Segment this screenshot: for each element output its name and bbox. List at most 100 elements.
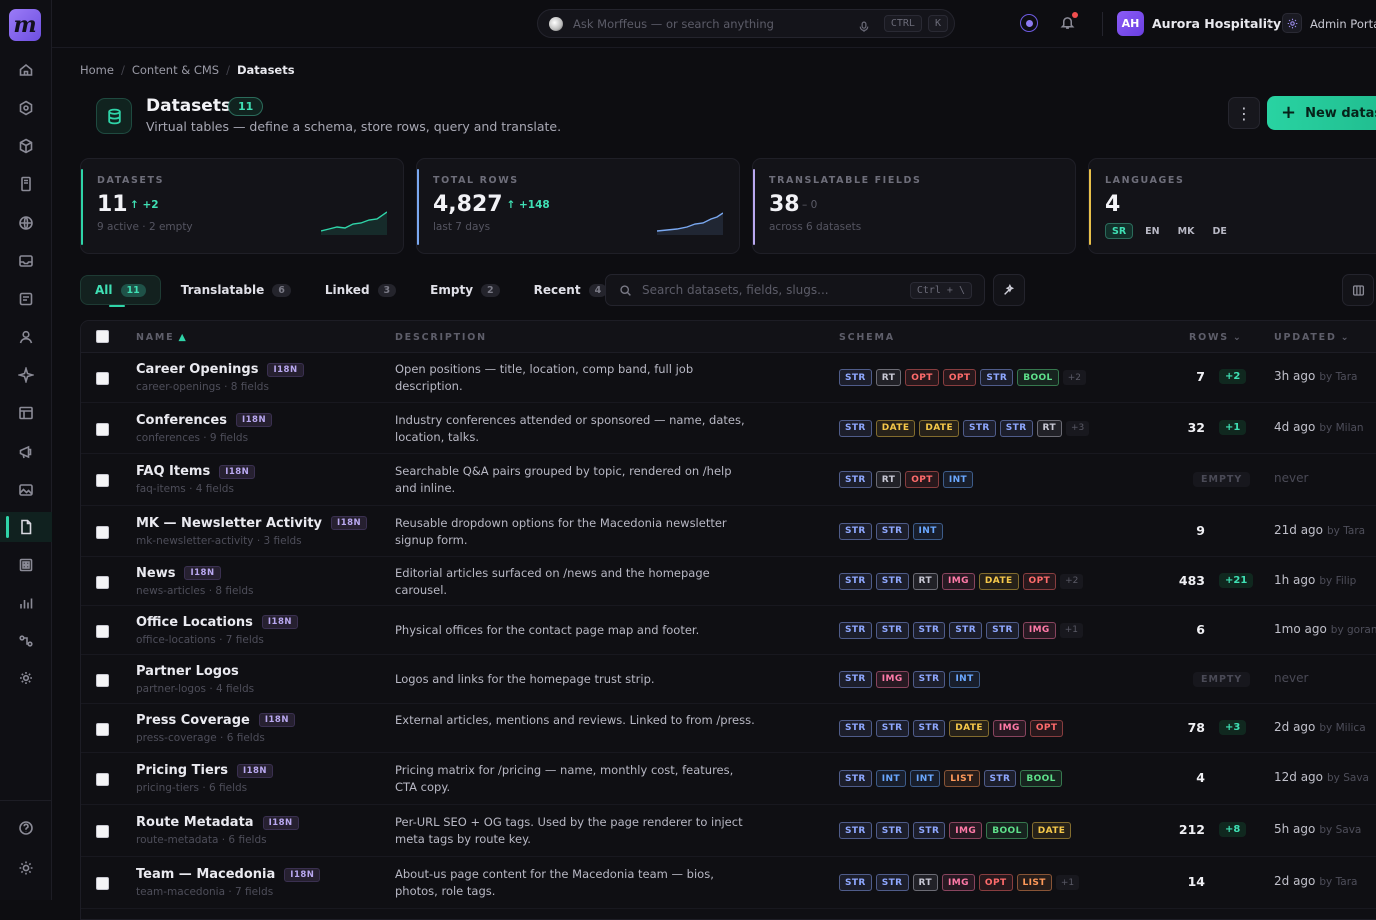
global-search[interactable]: Ask Morffeus — or search anything CTRL K: [537, 9, 955, 38]
sidebar-item-cog[interactable]: [0, 663, 52, 693]
stat-accent-bar: [81, 169, 83, 245]
table-row[interactable]: Career Openings I18N career-openings · 8 f…: [81, 353, 1376, 403]
sidebar-item-help[interactable]: [0, 813, 52, 843]
dataset-name[interactable]: News I18N: [136, 566, 221, 581]
row-checkbox[interactable]: [96, 722, 109, 736]
new-dataset-label: New dataset: [1305, 105, 1376, 121]
filter-tab-empty[interactable]: Empty 2: [416, 275, 513, 305]
kbd-ctrl: CTRL: [883, 15, 922, 32]
sidebar-item-cube[interactable]: [0, 131, 52, 161]
row-checkbox[interactable]: [96, 525, 109, 539]
columns-toggle-button[interactable]: [1342, 274, 1374, 306]
sidebar-item-megaphone[interactable]: [0, 437, 52, 467]
dataset-name[interactable]: Press Coverage I18N: [136, 713, 295, 728]
schema-more-chip[interactable]: +1: [1055, 875, 1080, 890]
schema-more-chip[interactable]: +3: [1066, 420, 1090, 436]
table-row[interactable]: Press Coverage I18N press-coverage · 6 fie…: [81, 704, 1376, 753]
sidebar-item-home[interactable]: [0, 55, 52, 85]
row-checkbox[interactable]: [96, 372, 109, 385]
sidebar-item-table[interactable]: [0, 398, 52, 428]
sparkle-icon: [18, 367, 34, 383]
schema-chip-rt: RT: [912, 572, 938, 590]
sidebar-item-sparkle[interactable]: [0, 360, 52, 390]
notifications-bell-icon[interactable]: [1060, 12, 1078, 34]
breadcrumb: Home / Content & CMS / Datasets: [80, 63, 295, 77]
table-row[interactable]: Pricing Tiers I18N pricing-tiers · 6 field…: [81, 753, 1376, 805]
dataset-name[interactable]: Conferences I18N: [136, 413, 273, 428]
sidebar-item-globe[interactable]: [0, 208, 52, 238]
sidebar-item-document[interactable]: [0, 512, 52, 542]
filter-tab-all[interactable]: All 11: [80, 275, 161, 307]
language-chip-sr[interactable]: SR: [1105, 223, 1134, 239]
filter-tab-translatable[interactable]: Translatable 6: [167, 275, 305, 305]
schema-chip-rt: RT: [875, 369, 902, 386]
table-row[interactable]: Office Locations I18N office-locations · 7…: [81, 606, 1376, 655]
row-checkbox[interactable]: [96, 422, 109, 436]
sidebar-item-sun[interactable]: [0, 853, 52, 883]
schema-chip-img: IMG: [1022, 621, 1056, 639]
sparkline-chart: [321, 211, 387, 235]
sidebar-item-bar-chart[interactable]: [0, 588, 52, 618]
dataset-name[interactable]: Team — Macedonia I18N: [136, 867, 321, 882]
dataset-name[interactable]: MK — Newsletter Activity I18N: [136, 516, 368, 531]
breadcrumb-home[interactable]: Home: [80, 63, 114, 77]
sidebar-item-image[interactable]: [0, 475, 52, 505]
sidebar-item-user[interactable]: [0, 322, 52, 352]
sidebar-item-grid[interactable]: [0, 550, 52, 580]
app-logo[interactable]: m: [9, 9, 41, 41]
table-row[interactable]: News I18N news-articles · 8 fields Editoria…: [81, 557, 1376, 606]
dataset-name[interactable]: Career Openings I18N: [136, 362, 304, 377]
table-row[interactable]: Partner Logos partner-logos · 4 fields Log…: [81, 655, 1376, 704]
language-chip-en[interactable]: EN: [1139, 223, 1165, 239]
column-header-name[interactable]: NAME ▲: [136, 332, 188, 343]
dataset-name[interactable]: Partner Logos: [136, 664, 239, 679]
dataset-name[interactable]: Route Metadata I18N: [136, 815, 299, 830]
row-checkbox[interactable]: [96, 575, 109, 589]
mic-icon[interactable]: [858, 18, 870, 32]
row-checkbox[interactable]: [96, 624, 109, 638]
table-row[interactable]: Route Metadata I18N route-metadata · 6 fie…: [81, 805, 1376, 857]
sidebar-item-inbox[interactable]: [0, 246, 52, 276]
org-name[interactable]: Aurora Hospitality: [1152, 16, 1281, 31]
schema-chips: STR STR RT IMG DATE OPT +2: [839, 572, 1084, 590]
column-header-updated[interactable]: UPDATED ⌄: [1274, 332, 1350, 343]
updated-cell: 1mo ago by goran: [1274, 622, 1376, 636]
row-checkbox[interactable]: [96, 825, 109, 838]
select-all-checkbox[interactable]: [96, 330, 109, 343]
org-avatar[interactable]: AH: [1117, 11, 1144, 36]
portal-gear-icon[interactable]: [1282, 13, 1302, 33]
dataset-name[interactable]: FAQ Items I18N: [136, 464, 256, 479]
column-header-rows[interactable]: ROWS ⌄: [1189, 332, 1243, 343]
row-checkbox[interactable]: [96, 877, 109, 890]
magic-wand-button[interactable]: [993, 274, 1025, 306]
filter-tab-linked[interactable]: Linked 3: [311, 275, 410, 305]
dataset-name[interactable]: Pricing Tiers I18N: [136, 763, 274, 778]
table-row[interactable]: Conferences I18N conferences · 9 fields Ind…: [81, 403, 1376, 454]
breadcrumb-content-cms[interactable]: Content & CMS: [132, 63, 219, 77]
row-checkbox[interactable]: [96, 474, 109, 487]
ai-assistant-icon[interactable]: [1020, 14, 1038, 32]
updated-time: 4d ago: [1274, 419, 1316, 434]
schema-chips: STR RT OPT OPT STR BOOL +2: [839, 369, 1086, 386]
sidebar-item-settings-hex[interactable]: [0, 93, 52, 123]
schema-more-chip[interactable]: +2: [1062, 370, 1086, 385]
table-row[interactable]: FAQ Items I18N faq-items · 4 fields Searcha…: [81, 454, 1376, 506]
table-search-kbd: Ctrl + \: [909, 281, 972, 299]
table-search-input[interactable]: Search datasets, fields, slugs... Ctrl +…: [605, 274, 985, 306]
schema-more-chip[interactable]: +2: [1060, 573, 1084, 589]
sidebar-item-book[interactable]: [0, 169, 52, 199]
row-checkbox[interactable]: [96, 673, 109, 687]
portal-label[interactable]: Admin Portal: [1310, 17, 1376, 31]
sidebar-item-flow[interactable]: [0, 626, 52, 656]
more-options-button[interactable]: ⋮: [1228, 97, 1260, 129]
language-chip-mk[interactable]: MK: [1172, 223, 1201, 239]
row-checkbox[interactable]: [96, 773, 109, 786]
table-row[interactable]: MK — Newsletter Activity I18N mk-newslette…: [81, 506, 1376, 557]
table-row[interactable]: Team — Macedonia I18N team-macedonia · 7 f…: [81, 857, 1376, 909]
sidebar-item-form[interactable]: [0, 284, 52, 314]
schema-chip-rt: RT: [1036, 419, 1063, 437]
dataset-name[interactable]: Office Locations I18N: [136, 615, 298, 630]
language-chip-de[interactable]: DE: [1206, 223, 1232, 239]
new-dataset-button[interactable]: + New dataset: [1267, 96, 1376, 130]
schema-more-chip[interactable]: +1: [1059, 622, 1084, 638]
